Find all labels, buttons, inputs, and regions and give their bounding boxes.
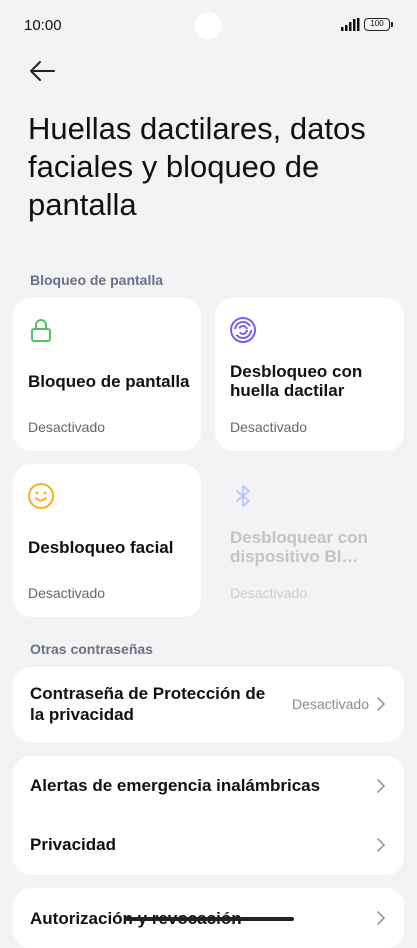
- page-title: Huellas dactilares, datos faciales y blo…: [28, 111, 366, 222]
- row-privacy[interactable]: Privacidad: [13, 815, 404, 875]
- chevron-right-icon: [377, 838, 385, 852]
- section-label-screen-lock: Bloqueo de pantalla: [30, 272, 164, 288]
- chevron-right-icon: [377, 697, 385, 711]
- status-bar: 10:00 100: [0, 0, 417, 50]
- settings-list-card: Alertas de emergencia inalámbricas Priva…: [13, 756, 404, 875]
- fingerprint-icon: [230, 317, 256, 343]
- tile-fingerprint-label: Desbloqueo con huella dactilar: [230, 362, 363, 400]
- chevron-right-icon: [377, 779, 385, 793]
- tile-screen-lock-status: Desactivado: [28, 419, 106, 435]
- signal-icon: [341, 18, 360, 31]
- tile-fingerprint-status: Desactivado: [230, 419, 308, 435]
- tile-bluetooth-unlock: Desbloquear con dispositivo Bl… Desactiv…: [215, 464, 404, 617]
- section-label-other-passwords: Otras contraseñas: [30, 641, 153, 657]
- status-time: 10:00: [24, 17, 62, 34]
- tile-bluetooth-label: Desbloquear con dispositivo Bl…: [230, 528, 368, 566]
- privacy-password-label: Contraseña de Protección de la privacida…: [30, 684, 266, 724]
- tile-screen-lock[interactable]: Bloqueo de pantalla Desactivado: [13, 298, 201, 451]
- privacy-password-card[interactable]: Contraseña de Protección de la privacida…: [13, 667, 404, 742]
- lock-icon: [31, 319, 51, 342]
- emergency-alerts-label: Alertas de emergencia inalámbricas: [30, 776, 321, 795]
- bluetooth-icon: [236, 485, 250, 507]
- tile-screen-lock-label: Bloqueo de pantalla: [28, 372, 190, 391]
- privacy-password-row[interactable]: Contraseña de Protección de la privacida…: [13, 667, 404, 742]
- tile-face-label: Desbloqueo facial: [28, 538, 174, 557]
- face-icon: [28, 483, 54, 509]
- back-arrow-icon[interactable]: [28, 58, 58, 84]
- tile-face-unlock[interactable]: Desbloqueo facial Desactivado: [13, 464, 201, 617]
- chevron-right-icon: [377, 911, 385, 925]
- tile-face-status: Desactivado: [28, 585, 106, 601]
- privacy-label: Privacidad: [30, 835, 116, 854]
- battery-icon: 100: [364, 18, 393, 31]
- camera-cutout: [195, 12, 222, 39]
- home-indicator[interactable]: [124, 917, 294, 921]
- tile-fingerprint-unlock[interactable]: Desbloqueo con huella dactilar Desactiva…: [215, 298, 404, 451]
- privacy-password-value: Desactivado: [291, 696, 369, 712]
- tile-bluetooth-status: Desactivado: [230, 585, 308, 601]
- battery-level: 100: [370, 19, 384, 28]
- row-emergency-alerts[interactable]: Alertas de emergencia inalámbricas: [13, 756, 404, 815]
